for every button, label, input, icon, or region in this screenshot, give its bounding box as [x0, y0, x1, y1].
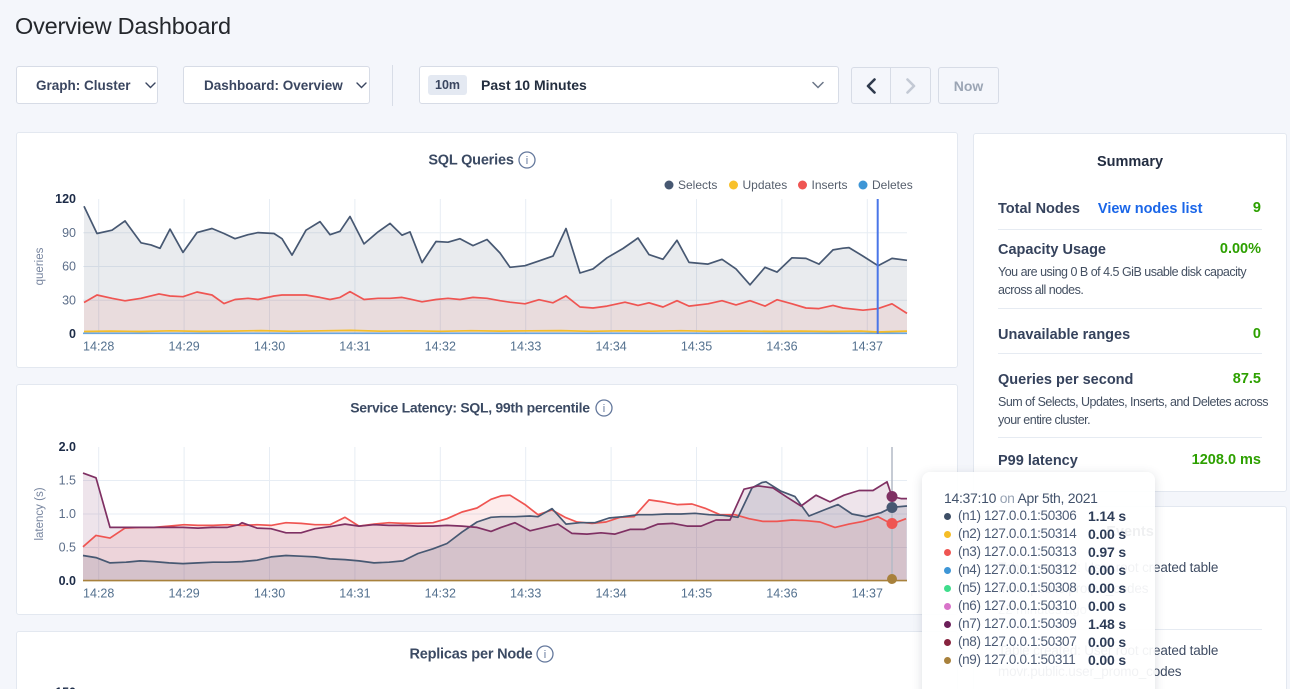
svg-text:14:32: 14:32	[425, 340, 456, 354]
svg-text:14:34: 14:34	[595, 587, 626, 601]
svg-text:i: i	[603, 403, 605, 415]
svg-text:14:34: 14:34	[595, 340, 626, 354]
svg-text:Service Latency: SQL, 99th per: Service Latency: SQL, 99th percentile	[350, 400, 590, 416]
svg-text:Updates: Updates	[743, 178, 788, 192]
svg-text:SQL Queries: SQL Queries	[428, 153, 514, 169]
svg-text:30: 30	[62, 293, 76, 307]
svg-text:14:31: 14:31	[339, 340, 370, 354]
svg-text:i: i	[544, 649, 546, 661]
svg-text:14:32: 14:32	[425, 587, 456, 601]
svg-text:queries: queries	[34, 247, 46, 285]
svg-text:latency (s): latency (s)	[34, 487, 46, 540]
svg-text:14:35: 14:35	[681, 340, 712, 354]
svg-text:14:30: 14:30	[254, 587, 285, 601]
svg-text:14:31: 14:31	[339, 587, 370, 601]
svg-text:Selects: Selects	[678, 178, 717, 192]
svg-text:0.5: 0.5	[59, 541, 76, 555]
svg-text:Deletes: Deletes	[872, 178, 913, 192]
svg-text:14:29: 14:29	[168, 587, 199, 601]
svg-text:14:28: 14:28	[83, 340, 114, 354]
svg-text:14:30: 14:30	[254, 340, 285, 354]
svg-text:90: 90	[62, 226, 76, 240]
svg-text:2.0: 2.0	[59, 440, 76, 454]
svg-text:0.0: 0.0	[59, 574, 76, 588]
svg-text:Replicas per Node: Replicas per Node	[409, 647, 532, 663]
svg-text:14:28: 14:28	[83, 587, 114, 601]
svg-text:14:33: 14:33	[510, 340, 541, 354]
svg-text:1.0: 1.0	[59, 507, 76, 521]
svg-text:120: 120	[55, 192, 76, 206]
svg-text:14:36: 14:36	[766, 340, 797, 354]
svg-text:14:35: 14:35	[681, 587, 712, 601]
svg-text:14:37: 14:37	[852, 340, 883, 354]
svg-text:14:36: 14:36	[766, 587, 797, 601]
svg-text:Inserts: Inserts	[812, 178, 848, 192]
svg-text:0: 0	[69, 327, 76, 341]
svg-text:60: 60	[62, 260, 76, 274]
svg-text:14:33: 14:33	[510, 587, 541, 601]
svg-text:14:37: 14:37	[852, 587, 883, 601]
svg-text:150: 150	[55, 686, 76, 689]
svg-text:14:29: 14:29	[168, 340, 199, 354]
svg-text:1.5: 1.5	[59, 474, 76, 488]
svg-text:i: i	[526, 155, 528, 167]
